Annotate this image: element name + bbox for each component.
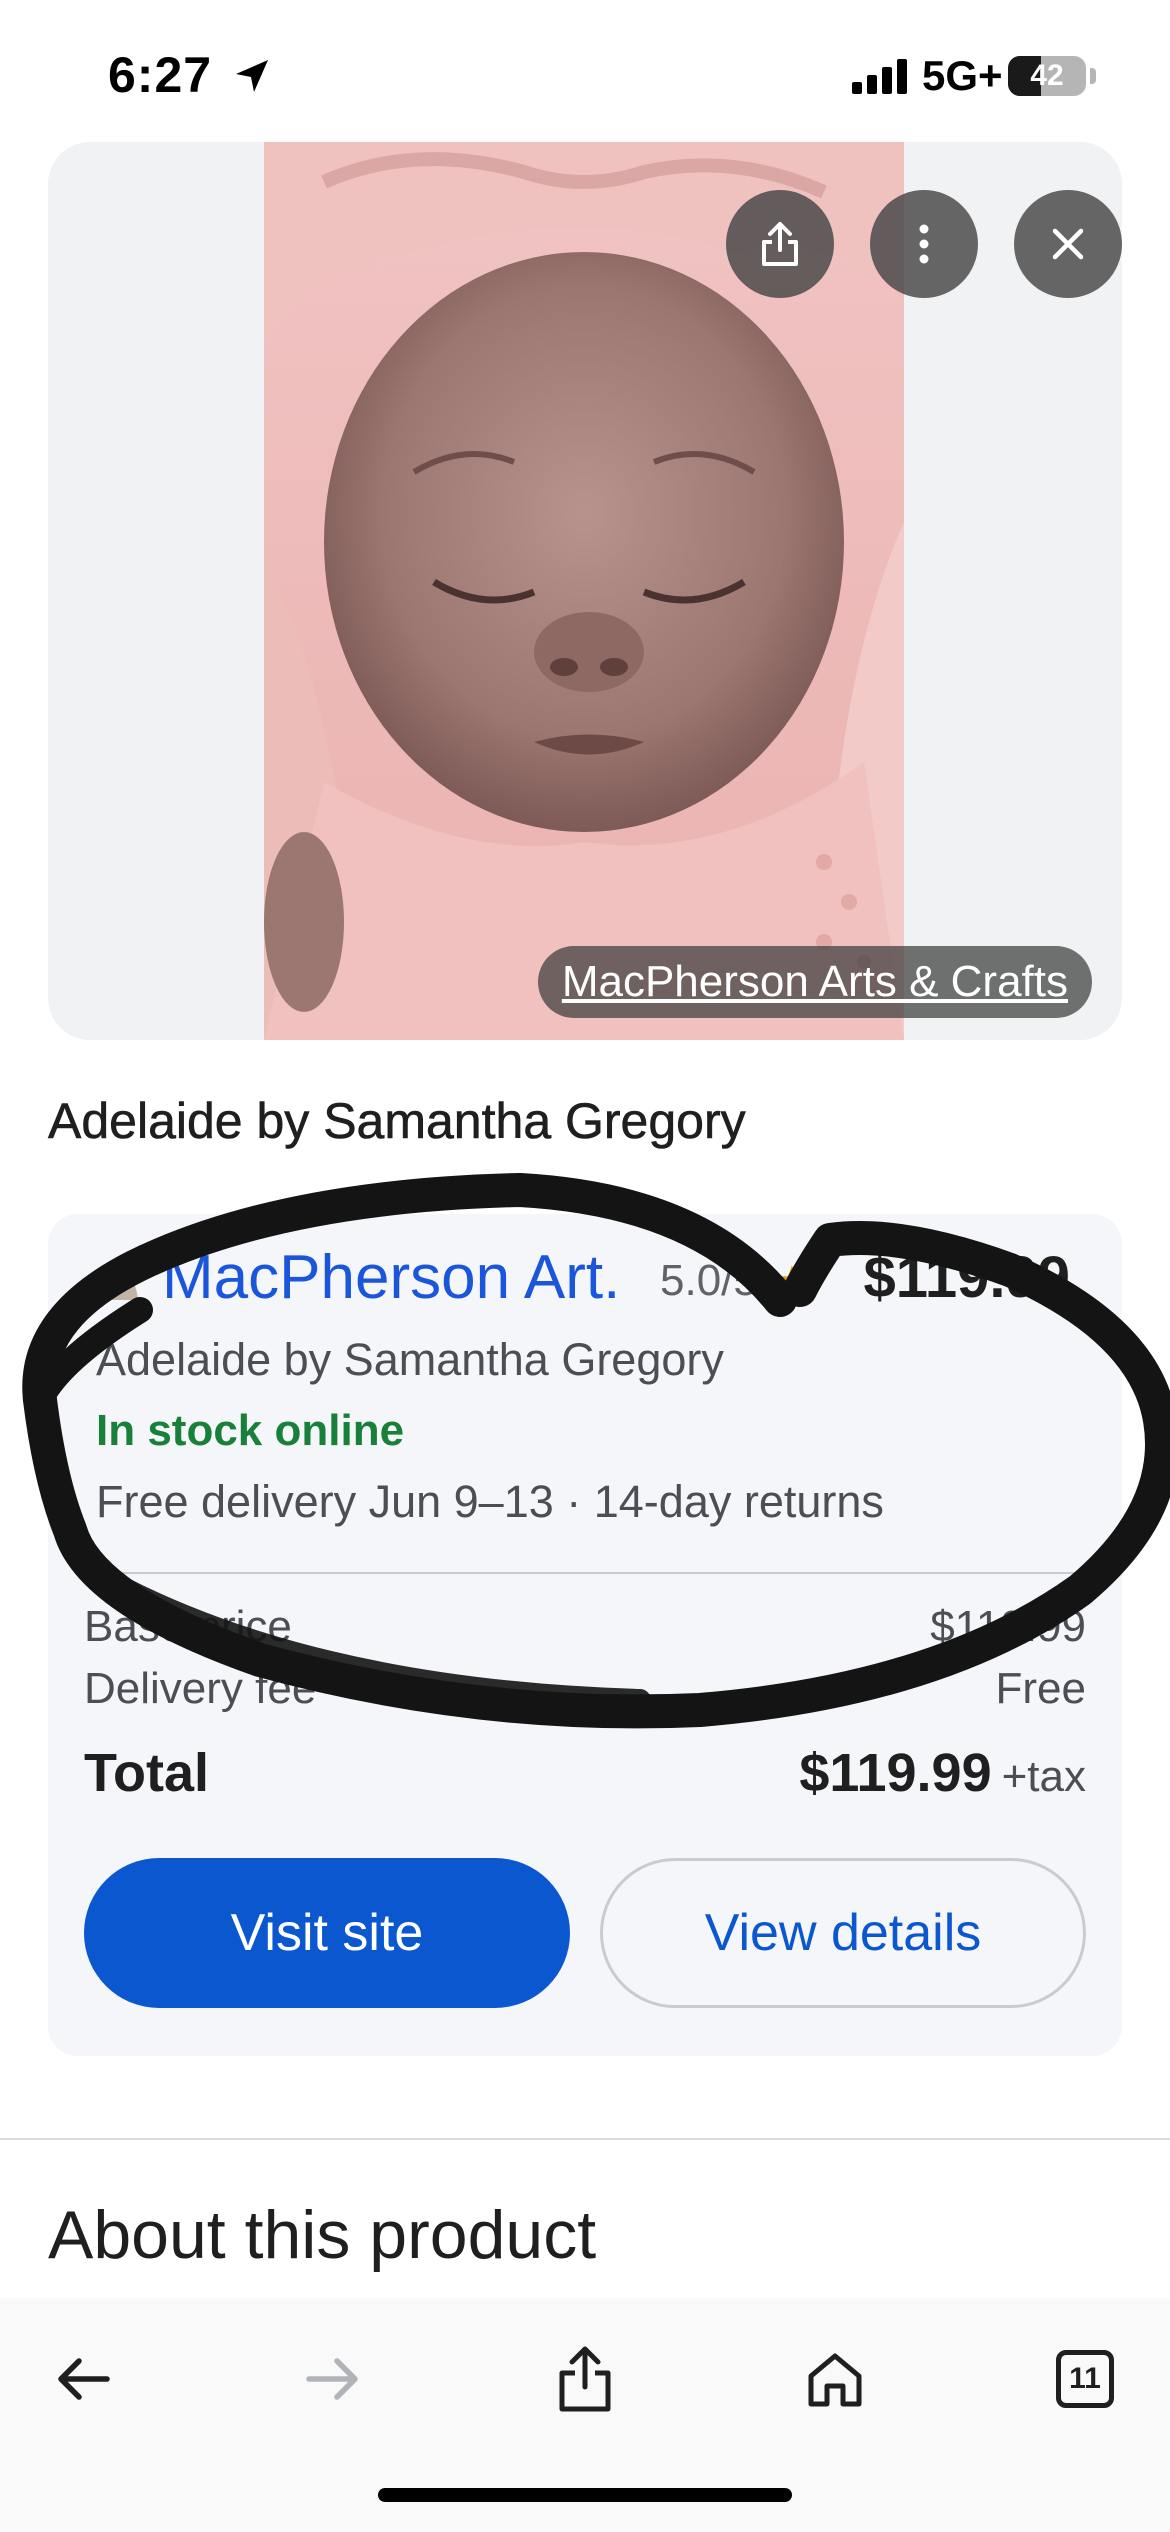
back-button[interactable] — [28, 2324, 138, 2434]
status-bar: 6:27 5G+ 42 — [0, 0, 1170, 140]
delivery-info: Free delivery Jun 9–13 · 14-day returns — [96, 1476, 884, 1527]
battery-nub — [1090, 68, 1096, 84]
view-details-button[interactable]: View details — [600, 1858, 1086, 2008]
close-icon — [1052, 228, 1084, 260]
home-button[interactable] — [780, 2324, 890, 2434]
merchant-logo-icon — [110, 1257, 138, 1300]
tax-suffix: +tax — [1001, 1752, 1086, 1801]
product-image-card: MacPherson Arts & Crafts — [48, 142, 1122, 1040]
forward-arrow-icon — [306, 2358, 358, 2400]
total-amount: $119.99 +tax — [799, 1742, 1086, 1804]
delivery-fee-value: Free — [995, 1664, 1086, 1713]
network-type: 5G+ — [922, 52, 1003, 99]
total-value: $119.99 — [799, 1743, 992, 1803]
battery-percent: 42 — [1030, 59, 1064, 92]
back-arrow-icon — [58, 2358, 110, 2400]
share-icon — [559, 2346, 611, 2412]
forward-button[interactable] — [278, 2324, 388, 2434]
share-image-button[interactable] — [726, 190, 834, 298]
delivery-fee-label: Delivery fee — [84, 1664, 317, 1713]
share-icon — [762, 222, 798, 266]
image-source-link[interactable]: MacPherson Arts & Crafts — [537, 946, 1092, 1018]
tabs-button[interactable]: 11 — [1030, 2324, 1140, 2434]
more-options-button[interactable] — [870, 190, 978, 298]
more-vert-icon — [919, 224, 929, 264]
product-title: Adelaide by Samantha Gregory — [48, 1093, 746, 1150]
status-time: 6:27 — [108, 47, 213, 103]
about-heading: About this product — [48, 2197, 597, 2273]
close-button[interactable] — [1014, 190, 1122, 298]
home-icon — [808, 2353, 862, 2407]
battery-icon: 42 — [1008, 56, 1086, 96]
star-icon: ★ — [774, 1259, 810, 1303]
cellular-signal-icon — [852, 58, 907, 94]
base-price-label: Base price — [84, 1602, 292, 1651]
offer-product-name: Adelaide by Samantha Gregory — [96, 1334, 724, 1385]
share-page-button[interactable] — [530, 2324, 640, 2434]
stock-status: In stock online — [96, 1406, 405, 1455]
merchant-link[interactable]: MacPherson Art. — [162, 1242, 620, 1313]
location-arrow-icon — [236, 60, 268, 92]
visit-site-button[interactable]: Visit site — [84, 1858, 570, 2008]
total-label: Total — [84, 1743, 209, 1803]
base-price-value: $119.99 — [930, 1602, 1086, 1651]
divider — [84, 1572, 1086, 1574]
tabs-count: 11 — [1056, 2350, 1114, 2408]
offer-card[interactable]: MacPherson Art. 5.0/5 ★ $119.99 Adelaide… — [48, 1214, 1122, 2056]
offer-price: $119.99 — [863, 1245, 1070, 1310]
section-divider — [0, 2138, 1170, 2140]
merchant-rating: 5.0/5 — [660, 1256, 758, 1305]
home-indicator — [378, 2488, 792, 2502]
